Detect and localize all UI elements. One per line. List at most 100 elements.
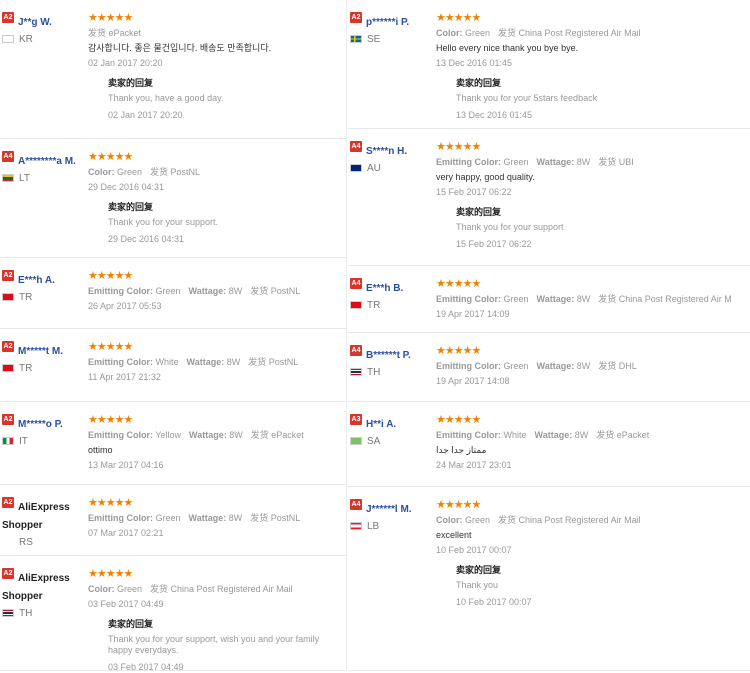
buyer-level-badge: A2 xyxy=(2,568,14,579)
review-card: A2 M*****t M. TR ★★★★★ Emitting Color: White… xyxy=(0,329,346,402)
reviewer-header: A4 E***h B. xyxy=(350,278,436,296)
review-date: 10 Feb 2017 00:07 xyxy=(436,545,512,555)
review-card: A2 p******i P. SE ★★★★★ Color: Green 发货 China… xyxy=(348,0,750,129)
property-value: 8W xyxy=(226,357,241,367)
reviewer-country: LT xyxy=(2,173,88,184)
order-properties: 发货 ePacket xyxy=(88,28,346,39)
reviewer-name: E***h A. xyxy=(18,275,55,286)
review-date: 11 Apr 2017 21:32 xyxy=(88,372,161,382)
buyer-level-badge: A2 xyxy=(2,12,14,23)
property-label: Emitting Color: xyxy=(88,286,153,296)
review-body: ★★★★★ Emitting Color: White Wattage: 8W 发货 … xyxy=(436,414,750,471)
review-card: A4 A********a M. LT ★★★★★ Color: Green 发货 Pos… xyxy=(0,139,346,258)
reviewer-country: SA xyxy=(350,436,436,447)
reviewer-name: B******t P. xyxy=(366,350,411,361)
rating-stars-icon: ★★★★★ xyxy=(436,499,481,511)
seller-reply-label: 卖家的回复 xyxy=(456,207,502,217)
reviewer-country: TR xyxy=(2,292,88,303)
buyer-level-badge: A2 xyxy=(2,497,14,508)
property-value: Yellow xyxy=(155,430,182,440)
seller-reply-label: 卖家的回复 xyxy=(108,78,154,88)
property-value: 8W xyxy=(228,286,243,296)
property-value: 8W xyxy=(576,157,591,167)
review-body: ★★★★★ Emitting Color: Green Wattage: 8W 发货 … xyxy=(436,345,750,387)
reviewer-country: TR xyxy=(350,300,436,311)
buyer-level-badge: A2 xyxy=(2,270,14,281)
property-value: 发货 China Post Registered Air M xyxy=(598,294,732,304)
seller-reply: 卖家的回复 Thank you for your support, wish yo… xyxy=(108,619,346,673)
seller-reply-date: 15 Feb 2017 06:22 xyxy=(456,239,532,249)
reviewer-name: M*****o P. xyxy=(18,419,63,430)
order-properties: Emitting Color: White Wattage: 8W 发货 PostN… xyxy=(88,357,346,368)
reviewer-header: A3 H**i A. xyxy=(350,414,436,432)
property-label: Emitting Color: xyxy=(436,157,501,167)
property-value: Green xyxy=(465,28,491,38)
buyer-level-badge: A2 xyxy=(350,12,362,23)
country-code: SA xyxy=(367,436,381,447)
property-label: Emitting Color: xyxy=(88,513,153,523)
rating-stars-icon: ★★★★★ xyxy=(436,414,481,426)
property-value: 发货 DHL xyxy=(598,361,637,371)
property-label: Wattage: xyxy=(536,361,575,371)
review-date: 19 Apr 2017 14:09 xyxy=(436,309,510,319)
seller-reply-label: 卖家的回复 xyxy=(108,202,154,212)
seller-reply-text: Thank you, have a good day. xyxy=(108,93,224,103)
reviewer-country: AU xyxy=(350,163,436,174)
rating-stars-icon: ★★★★★ xyxy=(436,141,481,153)
reviewer-country: IT xyxy=(2,436,88,447)
order-properties: Color: Green 发货 China Post Registered Air… xyxy=(88,584,346,595)
reviewer-header: A4 J******l M. xyxy=(350,499,436,517)
order-properties: Color: Green 发货 China Post Registered Air… xyxy=(436,515,750,526)
review-body: ★★★★★ Emitting Color: Green Wattage: 8W 发货 … xyxy=(436,278,750,320)
order-properties: Emitting Color: Green Wattage: 8W 发货 China… xyxy=(436,294,750,305)
buyer-level-badge: A4 xyxy=(350,141,362,152)
property-label: Emitting Color: xyxy=(88,357,153,367)
reviewer-name: J**g W. xyxy=(18,17,52,28)
rating-stars-icon: ★★★★★ xyxy=(436,12,481,24)
rating-stars-icon: ★★★★★ xyxy=(88,414,133,426)
buyer-level-badge: A4 xyxy=(350,278,362,289)
order-properties: Color: Green 发货 PostNL xyxy=(88,167,346,178)
seller-reply: 卖家的回复 Thank you for your support 15 Feb 20… xyxy=(456,207,750,250)
buyer-level-badge: A4 xyxy=(350,499,362,510)
reviewer-header: A2 p******i P. xyxy=(350,12,436,30)
country-flag-icon xyxy=(2,609,14,618)
property-label: Wattage: xyxy=(186,357,225,367)
property-value: White xyxy=(155,357,179,367)
property-value: 发货 China Post Registered Air Mail xyxy=(498,28,641,38)
reviewer-info: A4 J******l M. LB xyxy=(350,499,436,532)
property-label: Emitting Color: xyxy=(436,294,501,304)
review-card: A3 H**i A. SA ★★★★★ Emitting Color: White Wat… xyxy=(348,402,750,487)
order-properties: Emitting Color: Green Wattage: 8W 发货 PostN… xyxy=(88,513,346,524)
review-card: A2 M*****o P. IT ★★★★★ Emitting Color: Yello… xyxy=(0,402,346,485)
country-code: LB xyxy=(367,521,380,532)
review-date: 24 Mar 2017 23:01 xyxy=(436,460,512,470)
reviewer-name: M*****t M. xyxy=(18,346,64,357)
reviewer-name: J******l M. xyxy=(366,504,412,515)
reviewer-info: A2 AliExpress Shopper RS xyxy=(2,497,88,548)
reviewer-country: TR xyxy=(2,363,88,374)
seller-reply-text: Thank you xyxy=(456,580,499,590)
review-date: 13 Mar 2017 04:16 xyxy=(88,460,164,470)
reviewer-country: SE xyxy=(350,34,436,45)
review-body: ★★★★★ Emitting Color: Green Wattage: 8W 发货 … xyxy=(436,141,750,250)
property-value: Green xyxy=(117,584,143,594)
order-properties: Emitting Color: Green Wattage: 8W 发货 DHL xyxy=(436,361,750,372)
property-value: Green xyxy=(155,286,181,296)
property-value: 8W xyxy=(574,430,589,440)
country-flag-icon xyxy=(2,293,14,302)
rating-stars-icon: ★★★★★ xyxy=(436,345,481,357)
country-code: TR xyxy=(19,292,33,303)
reviewer-name: p******i P. xyxy=(366,17,410,28)
property-value: 8W xyxy=(229,430,243,440)
reviewer-country: KR xyxy=(2,34,88,45)
country-code: IT xyxy=(19,436,28,447)
property-value: 8W xyxy=(576,294,591,304)
review-body: ★★★★★ Emitting Color: Green Wattage: 8W 发货 … xyxy=(88,270,346,312)
country-flag-icon xyxy=(350,368,362,377)
reviewer-name: A********a M. xyxy=(18,156,76,167)
reviewer-info: A4 S****n H. AU xyxy=(350,141,436,174)
reviewer-info: A2 AliExpress Shopper TH xyxy=(2,568,88,619)
order-properties: Emitting Color: Yellow Wattage: 8W 发货 ePac… xyxy=(88,430,346,441)
property-value: Green xyxy=(503,361,529,371)
